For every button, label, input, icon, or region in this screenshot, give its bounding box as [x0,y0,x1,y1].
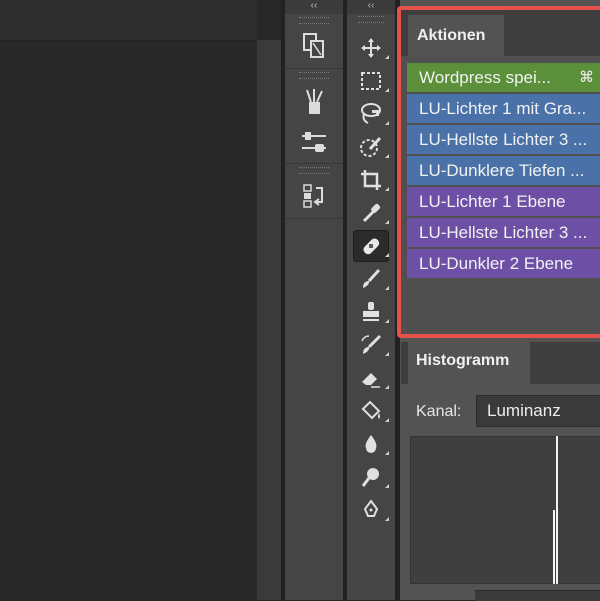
paint-bucket-icon [361,400,381,419]
collapse-tools-button[interactable]: ‹‹ [347,0,395,14]
histogram-spike [556,436,558,584]
eyedropper-tool[interactable] [347,196,395,229]
crop-tool[interactable] [347,163,395,196]
actions-panel-button[interactable] [285,174,343,218]
document-tab-bar [0,0,257,41]
healing-brush-tool[interactable] [347,229,395,262]
stamp-icon [363,301,379,321]
stamp-tool[interactable] [347,295,395,328]
panel-grip[interactable] [299,72,329,79]
highlight-frame [397,6,600,338]
magnetic-lasso-icon [361,102,381,124]
bandage-icon [363,237,380,254]
blur-tool[interactable] [347,427,395,460]
pen-icon [363,498,379,517]
marquee-tool[interactable] [347,64,395,97]
brush-presets-icon [306,89,323,114]
dodge-icon [361,467,379,487]
marquee-icon [361,71,381,90]
move-icon [361,37,381,58]
brush-presets-panel-button[interactable] [285,79,343,123]
eyedropper-icon [362,203,381,222]
crop-icon [361,169,381,190]
history-panel-button[interactable] [285,24,343,68]
dodge-tool[interactable] [347,460,395,493]
tools-panel: ‹‹ [347,0,395,600]
panel-grip[interactable] [299,17,329,24]
actions-icon [303,184,323,208]
history-icon [303,33,324,58]
tools-grip[interactable] [358,16,384,23]
brush-tool[interactable] [347,262,395,295]
collapsed-panel-dock: ‹‹ [285,0,343,600]
histogram-graph [410,436,600,584]
eraser-tool[interactable] [347,361,395,394]
history-brush-tool[interactable] [347,328,395,361]
eraser-icon [362,372,380,388]
move-tool[interactable] [347,31,395,64]
quick-selection-tool[interactable] [347,130,395,163]
histogram-spike [553,510,555,584]
panel-grip[interactable] [299,167,329,174]
canvas-scrollbar[interactable] [257,40,281,600]
paint-bucket-tool[interactable] [347,394,395,427]
histogram-source-select[interactable] [475,590,600,601]
brush-settings-icon [302,132,326,152]
channel-select[interactable]: Luminanz [476,395,600,427]
history-brush-icon [361,334,382,354]
lasso-tool[interactable] [347,97,395,130]
drop-icon [365,434,377,453]
quick-selection-icon [360,136,382,157]
channel-label: Kanal: [416,403,462,420]
document-canvas[interactable] [0,0,257,600]
brush-settings-panel-button[interactable] [285,123,343,163]
collapse-panels-button[interactable]: ‹‹ [285,0,343,14]
pen-tool[interactable] [347,493,395,526]
tab-histogramm[interactable]: Histogramm [408,342,530,384]
brush-icon [363,268,381,288]
